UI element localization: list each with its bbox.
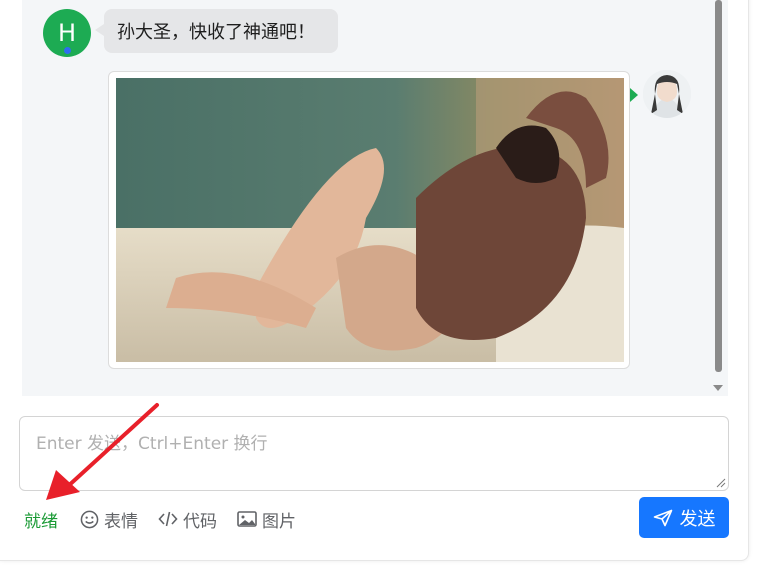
scroll-down-arrow-icon[interactable]	[713, 385, 723, 391]
send-label: 发送	[679, 508, 716, 530]
image-button[interactable]: 图片	[237, 507, 296, 532]
image-icon	[237, 511, 257, 527]
avatar-image	[643, 70, 691, 118]
own-avatar[interactable]	[643, 70, 691, 118]
paper-plane-icon	[653, 509, 672, 526]
annotation-arrow-icon	[46, 403, 159, 500]
own-message-pointer	[630, 88, 638, 102]
resize-handle-icon[interactable]	[716, 478, 726, 488]
scrollbar-thumb[interactable]	[715, 0, 722, 372]
image-label: 图片	[262, 511, 296, 532]
send-button[interactable]: 发送	[639, 497, 729, 538]
